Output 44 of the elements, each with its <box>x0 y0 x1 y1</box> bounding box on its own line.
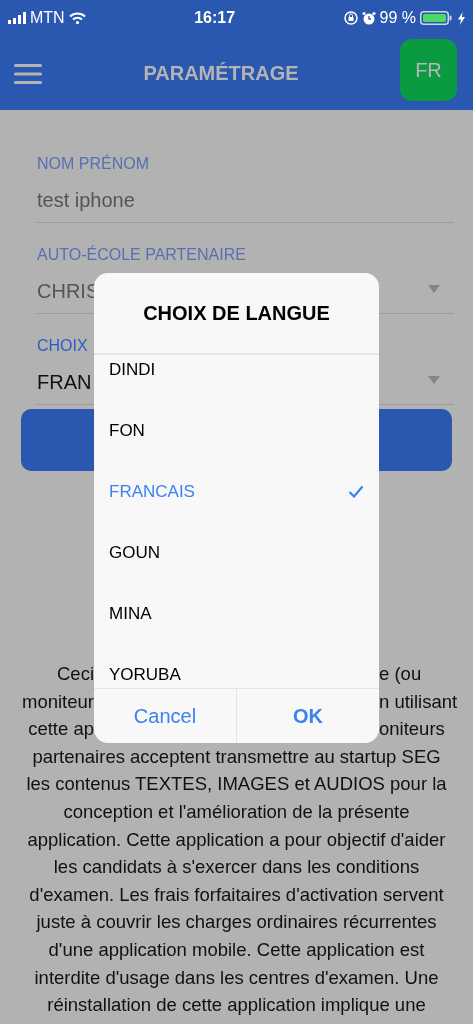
signal-icon <box>8 12 26 24</box>
input-field[interactable]: test iphone <box>37 174 454 223</box>
alarm-icon <box>361 11 376 25</box>
notice-text: les candidats à s'exercer dans les conditions <box>52 855 421 880</box>
menu-button[interactable] <box>14 61 42 85</box>
notice-text: oniteurs <box>379 718 445 740</box>
language-option[interactable]: FRANCAIS <box>94 461 379 522</box>
language-option[interactable]: GOUN <box>94 522 379 583</box>
ok-button[interactable]: OK <box>236 689 379 743</box>
notice-text: conception et l'amélioration de la présente <box>62 799 411 824</box>
notice-text: interdite d'usage dans les centres d'examen. Une <box>33 965 440 990</box>
notice-text: Ceci <box>57 663 94 684</box>
notice-text: partenaires acceptent transmettre au startup SEG <box>31 744 442 769</box>
notice-text: les contenus TEXTES, IMAGES et AUDIOS pour la <box>25 772 448 797</box>
field-label: AUTO-ÉCOLE PARTENAIRE <box>37 245 247 265</box>
notice-text: réinstallation de cette application implique une <box>46 993 427 1018</box>
menu-icon <box>14 63 42 84</box>
language-option[interactable]: FON <box>94 400 379 461</box>
field-label: CHOIX <box>37 336 89 356</box>
carrier-name: MTN <box>30 8 65 28</box>
notice-text: cette ap <box>28 718 94 740</box>
language-option[interactable]: DINDI <box>94 355 379 400</box>
notice-text: juste à couvrir les charges ordinaires récurrentes <box>35 910 438 935</box>
dialog-title: CHOIX DE LANGUE <box>94 273 379 355</box>
language-option[interactable]: YORUBA <box>94 644 379 688</box>
notice-text: d'une application mobile. Cette application est <box>47 937 426 962</box>
notice-text: n utilisant <box>379 690 458 712</box>
notice-text: moniteur <box>22 690 94 712</box>
wifi-icon <box>68 12 86 24</box>
caret-down-icon <box>428 376 440 384</box>
page-title: PARAMÉTRAGE <box>143 61 299 86</box>
notice-text: d'examen. Les frais forfaitaires d'activation servent <box>28 882 445 907</box>
caret-down-icon <box>428 285 440 293</box>
field-label: NOM PRÉNOM <box>37 154 150 174</box>
notice-text: e (ou <box>379 663 422 684</box>
battery-percent: 99 % <box>379 8 416 28</box>
battery-icon <box>420 11 454 25</box>
language-option[interactable]: MINA <box>94 583 379 644</box>
status-time: 16:17 <box>194 8 236 28</box>
charging-bolt-icon <box>458 11 465 25</box>
notice-text: application. Cette application a pour objectif d'aider <box>26 827 447 852</box>
orientation-lock-icon <box>343 11 358 25</box>
cancel-button[interactable]: Cancel <box>94 689 236 743</box>
checkmark-icon <box>348 485 364 498</box>
